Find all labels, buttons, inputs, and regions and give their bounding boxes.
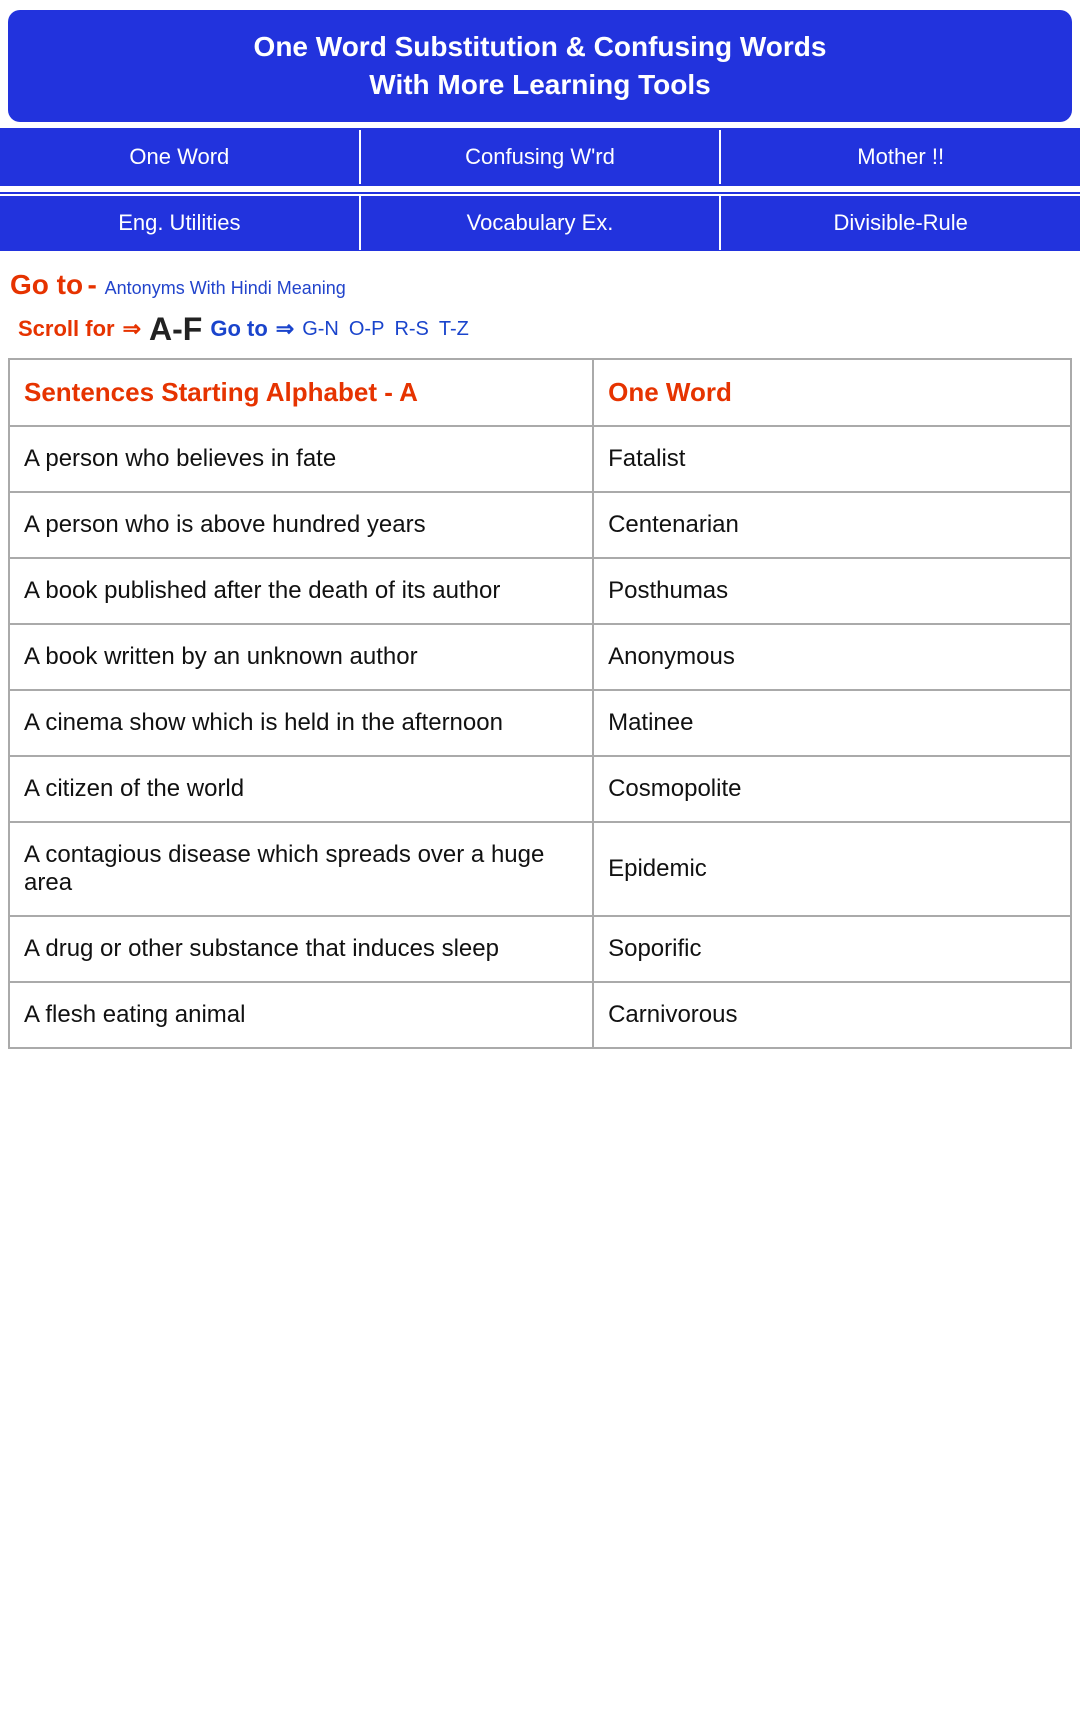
goto-antonyms-link[interactable]: Antonyms With Hindi Meaning [105,278,346,298]
banner-title: One Word Substitution & Confusing Words … [20,28,1060,104]
sentence-cell: A person who is above hundred years [9,492,593,558]
goto-label: Go to [10,269,83,300]
col-header-sentence: Sentences Starting Alphabet - A [9,359,593,427]
word-cell: Anonymous [593,624,1071,690]
goto-dash: - [88,269,105,300]
word-cell: Posthumas [593,558,1071,624]
sentence-cell: A flesh eating animal [9,982,593,1048]
sentence-cell: A person who believes in fate [9,426,593,492]
nav-confusing-word[interactable]: Confusing W'rd [361,130,722,184]
nav-top-row: One Word Confusing W'rd Mother !! [0,128,1080,186]
goto-section: Go to - Antonyms With Hindi Meaning [0,251,1080,305]
word-cell: Epidemic [593,822,1071,916]
nav-vocabulary[interactable]: Vocabulary Ex. [361,194,722,250]
scroll-arrow: ⇒ [123,316,141,342]
table-row: A person who is above hundred years Cent… [9,492,1071,558]
scroll-goto-arrow: ⇒ [276,316,294,342]
table-row: A contagious disease which spreads over … [9,822,1071,916]
table-row: A book written by an unknown author Anon… [9,624,1071,690]
word-cell: Carnivorous [593,982,1071,1048]
nav-mother[interactable]: Mother !! [721,130,1080,184]
sentence-cell: A book written by an unknown author [9,624,593,690]
word-cell: Matinee [593,690,1071,756]
table-row: A flesh eating animal Carnivorous [9,982,1071,1048]
sentence-cell: A book published after the death of its … [9,558,593,624]
scroll-link-op[interactable]: O-P [349,318,385,341]
nav-bottom-row: Eng. Utilities Vocabulary Ex. Divisible-… [0,192,1080,251]
word-cell: Centenarian [593,492,1071,558]
word-cell: Soporific [593,916,1071,982]
word-cell: Fatalist [593,426,1071,492]
sentence-cell: A contagious disease which spreads over … [9,822,593,916]
scroll-for-label: Scroll for [18,316,115,342]
scroll-af-label: A-F [149,311,202,348]
scroll-goto-label: Go to [210,316,267,342]
nav-eng-utilities[interactable]: Eng. Utilities [0,194,361,250]
table-row: A cinema show which is held in the after… [9,690,1071,756]
scroll-links: G-N O-P R-S T-Z [302,318,469,341]
nav-divisible-rule[interactable]: Divisible-Rule [721,194,1080,250]
scroll-nav: Scroll for ⇒ A-F Go to ⇒ G-N O-P R-S T-Z [0,305,1080,358]
col-header-word: One Word [593,359,1071,427]
table-row: A person who believes in fate Fatalist [9,426,1071,492]
table-row: A drug or other substance that induces s… [9,916,1071,982]
scroll-link-rs[interactable]: R-S [394,318,428,341]
sentence-cell: A drug or other substance that induces s… [9,916,593,982]
nav-one-word[interactable]: One Word [0,130,361,184]
table-row: A book published after the death of its … [9,558,1071,624]
word-cell: Cosmopolite [593,756,1071,822]
sentence-cell: A citizen of the world [9,756,593,822]
scroll-link-gn[interactable]: G-N [302,318,339,341]
sentence-cell: A cinema show which is held in the after… [9,690,593,756]
scroll-link-tz[interactable]: T-Z [439,318,469,341]
header-banner: One Word Substitution & Confusing Words … [8,10,1072,122]
word-substitution-table: Sentences Starting Alphabet - A One Word… [8,358,1072,1050]
table-row: A citizen of the world Cosmopolite [9,756,1071,822]
